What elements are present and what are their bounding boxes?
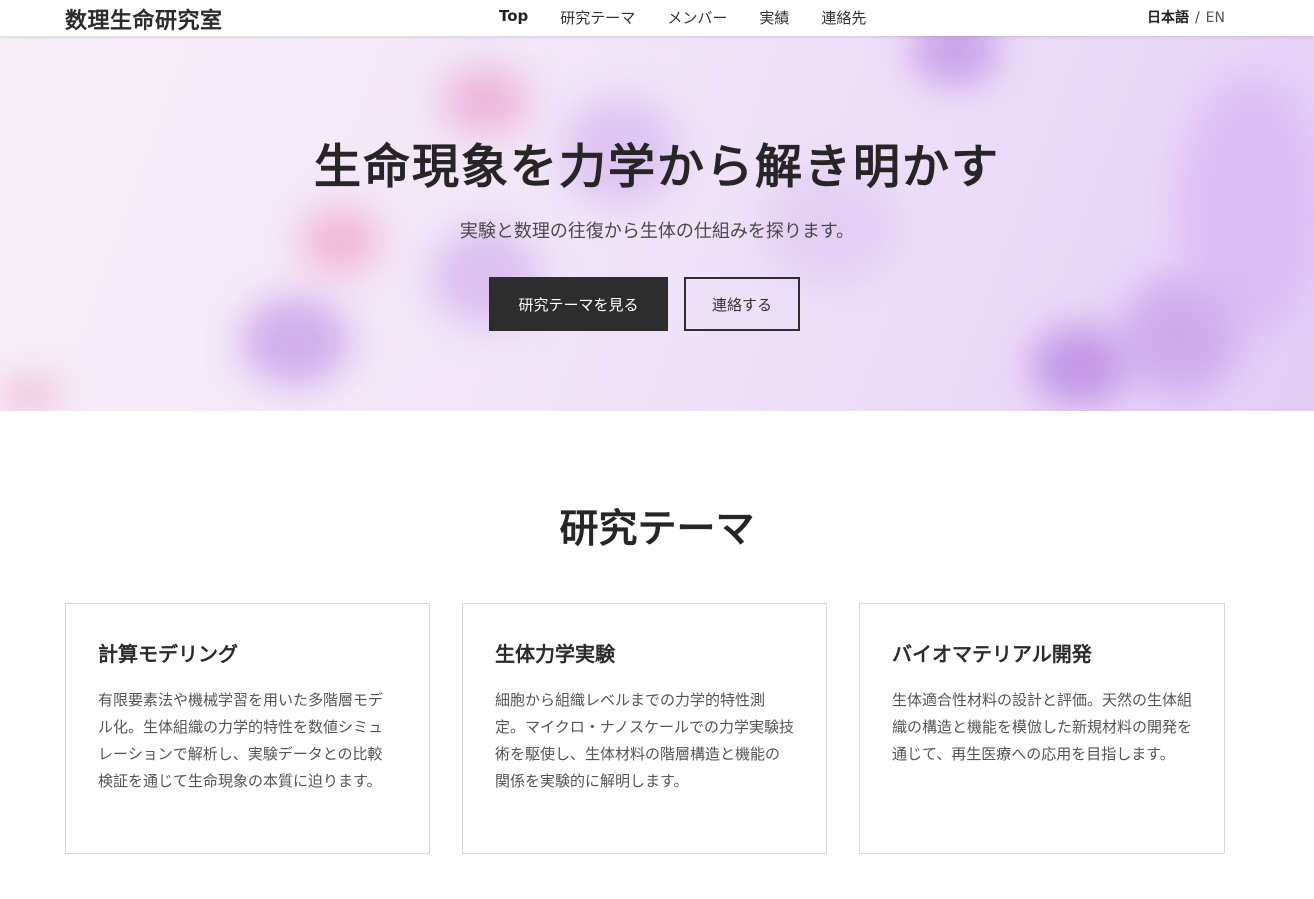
lang-english[interactable]: EN: [1206, 10, 1225, 26]
research-card-modeling: 計算モデリング 有限要素法や機械学習を用いた多階層モデル化。生体組織の力学的特性…: [65, 603, 430, 854]
card-title: バイオマテリアル開発: [892, 642, 1092, 666]
card-description: 有限要素法や機械学習を用いた多階層モデル化。生体組織の力学的特性を数値シミュレー…: [98, 691, 384, 790]
site-logo[interactable]: 数理生命研究室: [65, 3, 223, 35]
hero-section: 生命現象を力学から解き明かす 実験と数理の往復から生体の仕組みを探ります。 研究…: [0, 36, 1314, 411]
view-research-button[interactable]: 研究テーマを見る: [489, 277, 668, 331]
language-switcher: 日本語 / EN: [1147, 7, 1225, 27]
card-title: 計算モデリング: [98, 642, 238, 666]
hero-bg-blob: [1180, 76, 1314, 336]
hero-bg-blob: [440, 66, 530, 136]
contact-button[interactable]: 連絡する: [684, 277, 800, 331]
nav-item-top[interactable]: Top: [499, 7, 528, 28]
card-description: 細胞から組織レベルまでの力学的特性測定。マイクロ・ナノスケールでの力学実験技術を…: [495, 691, 794, 790]
lang-japanese[interactable]: 日本語: [1147, 10, 1189, 26]
hero-bg-blob: [240, 296, 350, 386]
research-card-biomechanics: 生体力学実験 細胞から組織レベルまでの力学的特性測定。マイクロ・ナノスケールでの…: [462, 603, 827, 854]
card-description: 生体適合性材料の設計と評価。天然の生体組織の構造と機能を模倣した新規材料の開発を…: [892, 691, 1193, 763]
card-title: 生体力学実験: [495, 642, 615, 666]
nav-item-research[interactable]: 研究テーマ: [560, 7, 635, 28]
hero-subtitle: 実験と数理の往復から生体の仕組みを探ります。: [459, 221, 855, 242]
hero-bg-blob: [910, 36, 1000, 86]
nav-item-achievements[interactable]: 実績: [759, 7, 789, 28]
site-header: 数理生命研究室 Top 研究テーマ メンバー 実績 連絡先 日本語 / EN: [0, 0, 1314, 36]
nav-item-contact[interactable]: 連絡先: [821, 7, 866, 28]
hero-bg-blob: [1030, 326, 1130, 406]
research-card-biomaterials: バイオマテリアル開発 生体適合性材料の設計と評価。天然の生体組織の構造と機能を模…: [859, 603, 1225, 854]
main-nav: Top 研究テーマ メンバー 実績 連絡先: [499, 7, 898, 28]
research-section-title: 研究テーマ: [559, 507, 755, 552]
nav-item-members[interactable]: メンバー: [667, 7, 727, 28]
hero-bg-blob: [0, 376, 60, 411]
hero-title: 生命現象を力学から解き明かす: [314, 140, 1000, 195]
lang-separator: /: [1194, 10, 1200, 26]
